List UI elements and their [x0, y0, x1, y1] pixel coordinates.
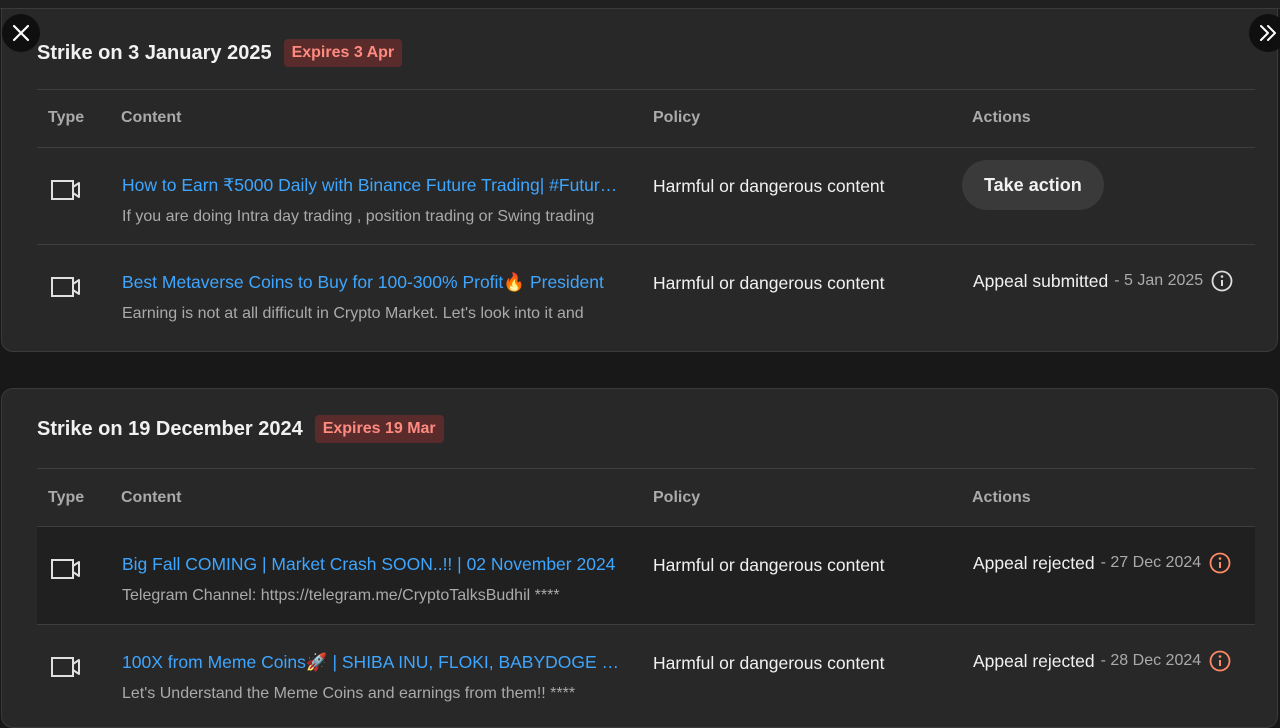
- video-icon: [51, 180, 80, 200]
- policy-label: Harmful or dangerous content: [653, 555, 885, 575]
- video-icon: [51, 277, 80, 297]
- policy-label: Harmful or dangerous content: [653, 273, 885, 293]
- appeal-date: - 28 Dec 2024: [1100, 652, 1202, 669]
- column-header-policy: Policy: [653, 109, 701, 126]
- appeal-status-text: Appeal rejected: [973, 650, 1095, 671]
- strike-header: Strike on 3 January 2025 Expires 3 Apr: [37, 39, 403, 67]
- column-header-content: Content: [121, 489, 182, 506]
- column-header-type: Type: [48, 489, 85, 506]
- video-title-link[interactable]: How to Earn ₹5000 Daily with Binance Fut…: [122, 175, 622, 196]
- appeal-status-text: Appeal submitted: [973, 270, 1109, 291]
- appeal-status-text: Appeal rejected: [973, 552, 1095, 573]
- close-icon: [12, 24, 30, 42]
- close-button[interactable]: [2, 14, 40, 52]
- strike-card: Strike on 3 January 2025 Expires 3 Apr T…: [1, 8, 1278, 352]
- expires-badge: Expires 19 Mar: [314, 415, 444, 443]
- info-icon[interactable]: [1209, 552, 1231, 574]
- video-title-link[interactable]: Best Metaverse Coins to Buy for 100-300%…: [122, 272, 622, 293]
- video-icon: [51, 657, 80, 677]
- video-title-link[interactable]: Big Fall COMING | Market Crash SOON..!! …: [122, 554, 622, 575]
- video-title-link[interactable]: 100X from Meme Coins🚀 | SHIBA INU, FLOKI…: [122, 652, 622, 673]
- strike-title: Strike on 19 December 2024: [37, 417, 303, 440]
- table-row: Best Metaverse Coins to Buy for 100-300%…: [37, 245, 1255, 342]
- video-description: If you are doing Intra day trading , pos…: [122, 208, 595, 225]
- table-row: How to Earn ₹5000 Daily with Binance Fut…: [37, 148, 1255, 245]
- policy-label: Harmful or dangerous content: [653, 653, 885, 673]
- column-header-type: Type: [48, 109, 85, 126]
- appeal-date: - 27 Dec 2024: [1100, 554, 1202, 571]
- video-description: Let's Understand the Meme Coins and earn…: [122, 685, 576, 702]
- divider: [37, 468, 1255, 469]
- column-header-policy: Policy: [653, 489, 701, 506]
- appeal-status: Appeal rejected - 27 Dec 2024: [973, 552, 1231, 574]
- table-row: Big Fall COMING | Market Crash SOON..!! …: [37, 527, 1255, 624]
- video-description: Earning is not at all difficult in Crypt…: [122, 305, 584, 322]
- info-icon[interactable]: [1209, 650, 1231, 672]
- column-header-actions: Actions: [972, 109, 1031, 126]
- column-header-content: Content: [121, 109, 182, 126]
- appeal-date: - 5 Jan 2025: [1114, 272, 1204, 289]
- strike-card: Strike on 19 December 2024 Expires 19 Ma…: [1, 388, 1278, 728]
- table-row: 100X from Meme Coins🚀 | SHIBA INU, FLOKI…: [37, 625, 1255, 722]
- strike-title: Strike on 3 January 2025: [37, 41, 272, 64]
- expand-button[interactable]: [1249, 14, 1280, 52]
- video-description: Telegram Channel: https://telegram.me/Cr…: [122, 587, 560, 604]
- take-action-button[interactable]: Take action: [962, 160, 1104, 210]
- info-icon[interactable]: [1211, 270, 1233, 292]
- appeal-status: Appeal submitted - 5 Jan 2025: [973, 270, 1233, 292]
- video-icon: [51, 559, 80, 579]
- column-header-actions: Actions: [972, 489, 1031, 506]
- appeal-status: Appeal rejected - 28 Dec 2024: [973, 650, 1231, 672]
- strike-header: Strike on 19 December 2024 Expires 19 Ma…: [37, 415, 444, 443]
- double-chevron-right-icon: [1260, 25, 1276, 41]
- divider: [37, 89, 1255, 90]
- policy-label: Harmful or dangerous content: [653, 176, 885, 196]
- expires-badge: Expires 3 Apr: [283, 39, 403, 67]
